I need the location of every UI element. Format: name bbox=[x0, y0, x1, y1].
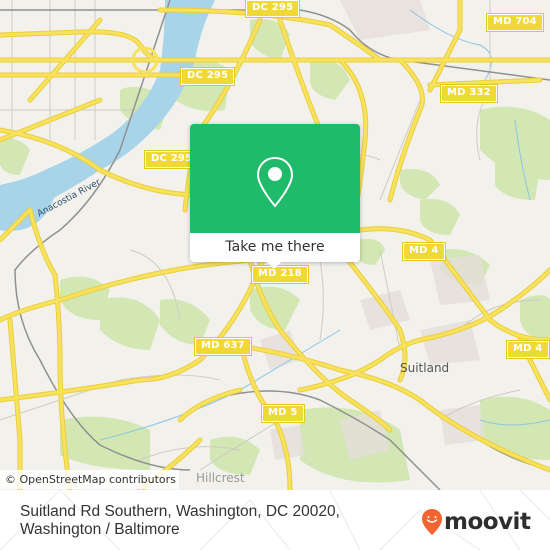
shield-md-5: MD 5 bbox=[261, 404, 305, 423]
place-label-suitland: Suitland bbox=[400, 361, 450, 375]
take-me-there-button[interactable]: Take me there bbox=[190, 233, 360, 262]
shield-md-4-right: MD 4 bbox=[506, 340, 550, 359]
shield-md-4-center: MD 4 bbox=[402, 242, 446, 261]
moovit-smile-pin-icon bbox=[422, 509, 442, 535]
shield-dc-295-mid: DC 295 bbox=[179, 67, 236, 86]
osm-attribution[interactable]: © OpenStreetMap contributors bbox=[0, 470, 179, 489]
shield-dc-295-top: DC 295 bbox=[244, 0, 301, 18]
shield-md-637: MD 637 bbox=[194, 337, 252, 356]
map-pin-icon bbox=[256, 156, 294, 208]
moovit-logo[interactable]: moovit bbox=[421, 508, 531, 536]
popup-header bbox=[190, 124, 360, 233]
shield-md-332: MD 332 bbox=[440, 84, 498, 103]
address: Suitland Rd Southern, Washington, DC 200… bbox=[20, 503, 340, 539]
place-label-hillcrest: Hillcrest bbox=[196, 471, 245, 485]
location-popup: Take me there bbox=[190, 124, 360, 269]
address-line-2: Washington / Baltimore bbox=[20, 521, 180, 538]
map-canvas[interactable]: DC 295 DC 295 DC 295 MD 704 MD 332 MD 4 … bbox=[0, 0, 550, 490]
popup-pointer bbox=[266, 261, 282, 269]
shield-md-704: MD 704 bbox=[486, 13, 544, 32]
address-line-1: Suitland Rd Southern, Washington, DC 200… bbox=[20, 503, 340, 520]
moovit-wordmark: moovit bbox=[444, 509, 531, 535]
